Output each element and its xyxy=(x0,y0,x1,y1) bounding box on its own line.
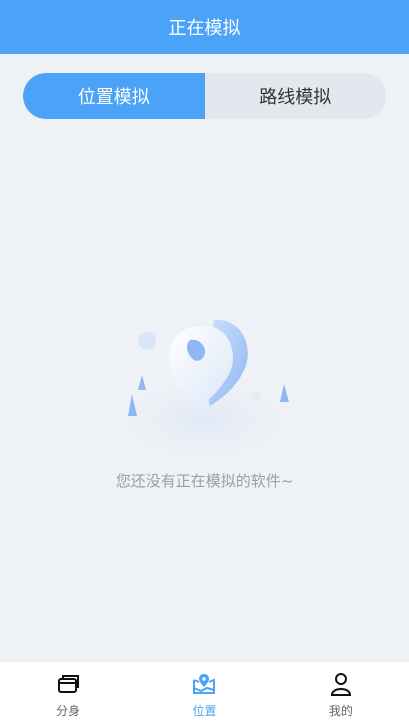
tab-location-simulation[interactable]: 位置模拟 xyxy=(23,73,205,119)
empty-state-illustration xyxy=(104,310,304,470)
cards-icon xyxy=(55,671,81,697)
nav-item-clone[interactable]: 分身 xyxy=(0,662,136,728)
nav-item-label: 我的 xyxy=(328,704,353,718)
nav-item-mine[interactable]: 我的 xyxy=(273,662,409,728)
empty-state-message: 您还没有正在模拟的软件~ xyxy=(115,472,294,490)
mode-segmented-control: 位置模拟 路线模拟 xyxy=(23,73,386,119)
nav-item-label: 分身 xyxy=(56,704,81,718)
page-title: 正在模拟 xyxy=(168,18,241,39)
user-icon xyxy=(328,671,354,697)
nav-item-location[interactable]: 位置 xyxy=(136,662,272,728)
bottom-navigation: 分身 位置 我的 xyxy=(0,661,409,728)
location-map-icon xyxy=(191,671,217,697)
tab-route-simulation[interactable]: 路线模拟 xyxy=(205,73,387,119)
nav-item-label: 位置 xyxy=(192,704,217,718)
page-header: 正在模拟 xyxy=(0,0,409,54)
